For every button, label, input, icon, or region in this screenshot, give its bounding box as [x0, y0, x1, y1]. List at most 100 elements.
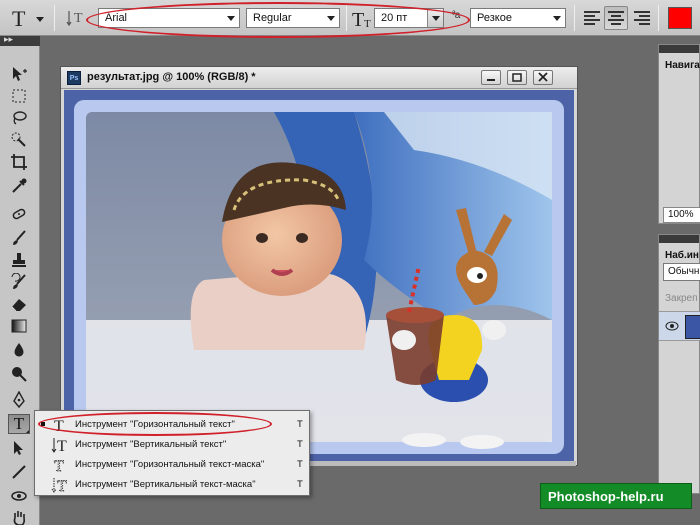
menu-item-shortcut: T [297, 439, 303, 450]
crop-tool[interactable] [8, 152, 30, 172]
menu-item-shortcut: T [297, 459, 303, 470]
move-tool[interactable] [8, 64, 30, 84]
blend-mode-select[interactable]: Обычн [663, 263, 700, 281]
menu-item-horizontal-type-mask[interactable]: T Инструмент "Горизонтальный текст-маска… [35, 455, 309, 475]
svg-text:T: T [352, 9, 364, 30]
lasso-icon [13, 111, 27, 125]
menu-item-vertical-type-mask[interactable]: T Инструмент "Вертикальный текст-маска" … [35, 475, 309, 495]
eye-visibility-icon[interactable] [665, 320, 679, 332]
dodge-tool[interactable] [8, 364, 30, 384]
marquee-tool[interactable] [8, 86, 30, 106]
menu-item-shortcut: T [297, 479, 303, 490]
photo-collage-image [64, 90, 574, 464]
horizontal-scrollbar[interactable] [304, 461, 576, 466]
site-watermark: Photoshop-help.ru [540, 483, 692, 509]
quick-selection-icon [11, 132, 26, 147]
chevron-down-icon [327, 16, 335, 21]
blend-mode-value: Обычн [668, 266, 700, 277]
minimize-button[interactable] [481, 70, 501, 85]
chevron-down-icon [553, 16, 561, 21]
tools-panel-grip[interactable]: ▸▸ [0, 34, 40, 46]
toggle-text-orientation-icon[interactable]: T [66, 8, 86, 28]
eraser-icon [11, 299, 26, 312]
vertical-type-icon: T [51, 438, 67, 454]
font-style-select[interactable]: Regular [246, 8, 340, 28]
eyedropper-tool[interactable] [8, 176, 30, 196]
history-brush-icon [11, 273, 26, 289]
brush-icon [13, 230, 26, 245]
lock-label: Закреп [665, 293, 698, 304]
eraser-tool[interactable] [8, 294, 30, 314]
watermark-text: Photoshop-help.ru [548, 489, 664, 504]
path-selection-tool[interactable] [8, 438, 30, 458]
toolbar-separator [574, 5, 575, 31]
image-canvas[interactable] [64, 90, 574, 464]
close-icon [538, 72, 548, 82]
panel-header-bar[interactable] [659, 45, 699, 53]
gradient-tool[interactable] [8, 316, 30, 336]
dodge-icon [12, 367, 27, 382]
rotate-3d-icon [11, 491, 27, 501]
horizontal-type-icon: T [54, 418, 64, 434]
pen-icon [13, 391, 25, 409]
brush-tool[interactable] [8, 228, 30, 248]
horizontal-type-icon: T [12, 6, 26, 31]
pen-tool[interactable] [8, 390, 30, 410]
hand-tool[interactable] [8, 508, 30, 525]
lasso-tool[interactable] [8, 108, 30, 128]
line-tool[interactable] [8, 462, 30, 482]
close-button[interactable] [533, 70, 553, 85]
arrow-pointer-icon [14, 441, 23, 455]
blur-drop-icon [14, 343, 24, 357]
antialias-select[interactable]: Резкое [470, 8, 566, 28]
clone-stamp-tool[interactable] [8, 250, 30, 270]
chevron-down-icon [36, 17, 44, 22]
layers-tab[interactable]: Наб.ин [665, 250, 699, 261]
tool-preset-picker[interactable]: T [6, 5, 46, 31]
type-tool-flyout-menu: T Инструмент "Горизонтальный текст" T T … [34, 410, 310, 496]
menu-item-shortcut: T [297, 419, 303, 430]
stamp-icon [12, 253, 26, 267]
layer-thumbnail [685, 315, 700, 339]
font-size-field[interactable]: 20 пт [374, 8, 444, 28]
layer-row[interactable] [659, 311, 700, 341]
menu-item-vertical-type[interactable]: T Инструмент "Вертикальный текст" T [35, 435, 309, 455]
navigator-tab[interactable]: Навига [665, 60, 700, 71]
quick-selection-tool[interactable] [8, 130, 30, 150]
svg-text:T: T [54, 458, 64, 474]
text-color-swatch[interactable] [668, 7, 692, 29]
minimize-icon [487, 79, 495, 81]
type-tool[interactable]: T [8, 414, 30, 434]
align-right-button[interactable] [630, 6, 654, 30]
menu-item-horizontal-type[interactable]: T Инструмент "Горизонтальный текст" T [35, 415, 309, 435]
move-icon [13, 67, 27, 81]
font-style-value: Regular [253, 12, 292, 24]
panel-header-bar[interactable] [659, 235, 699, 243]
healing-brush-tool[interactable] [8, 204, 30, 224]
navigator-zoom-field[interactable]: 100% [663, 207, 700, 223]
gradient-icon [11, 319, 27, 333]
selected-bullet-icon [41, 422, 45, 426]
document-title: результат.jpg @ 100% (RGB/8) * [87, 71, 256, 83]
blur-tool[interactable] [8, 340, 30, 360]
eyedropper-icon [12, 178, 27, 193]
history-brush-tool[interactable] [8, 272, 30, 292]
align-left-button[interactable] [580, 6, 604, 30]
line-icon [12, 465, 26, 479]
font-size-value: 20 пт [381, 12, 408, 24]
document-title-bar[interactable]: Ps результат.jpg @ 100% (RGB/8) * [61, 67, 577, 89]
3d-rotate-tool[interactable] [8, 486, 30, 506]
chevron-down-icon [227, 16, 235, 21]
rectangular-marquee-icon [12, 89, 26, 103]
font-family-value: Arial [105, 12, 128, 24]
font-family-select[interactable]: Arial [98, 8, 240, 28]
horizontal-type-mask-icon: T [54, 458, 65, 474]
crop-icon [11, 154, 27, 170]
svg-text:T: T [364, 18, 371, 30]
menu-item-label: Инструмент "Горизонтальный текст-маска" [75, 459, 265, 470]
maximize-button[interactable] [507, 70, 527, 85]
toolbar-separator [658, 5, 659, 31]
menu-item-label: Инструмент "Горизонтальный текст" [75, 419, 235, 430]
align-center-button[interactable] [604, 6, 628, 30]
font-size-dropdown-button[interactable] [427, 9, 443, 27]
